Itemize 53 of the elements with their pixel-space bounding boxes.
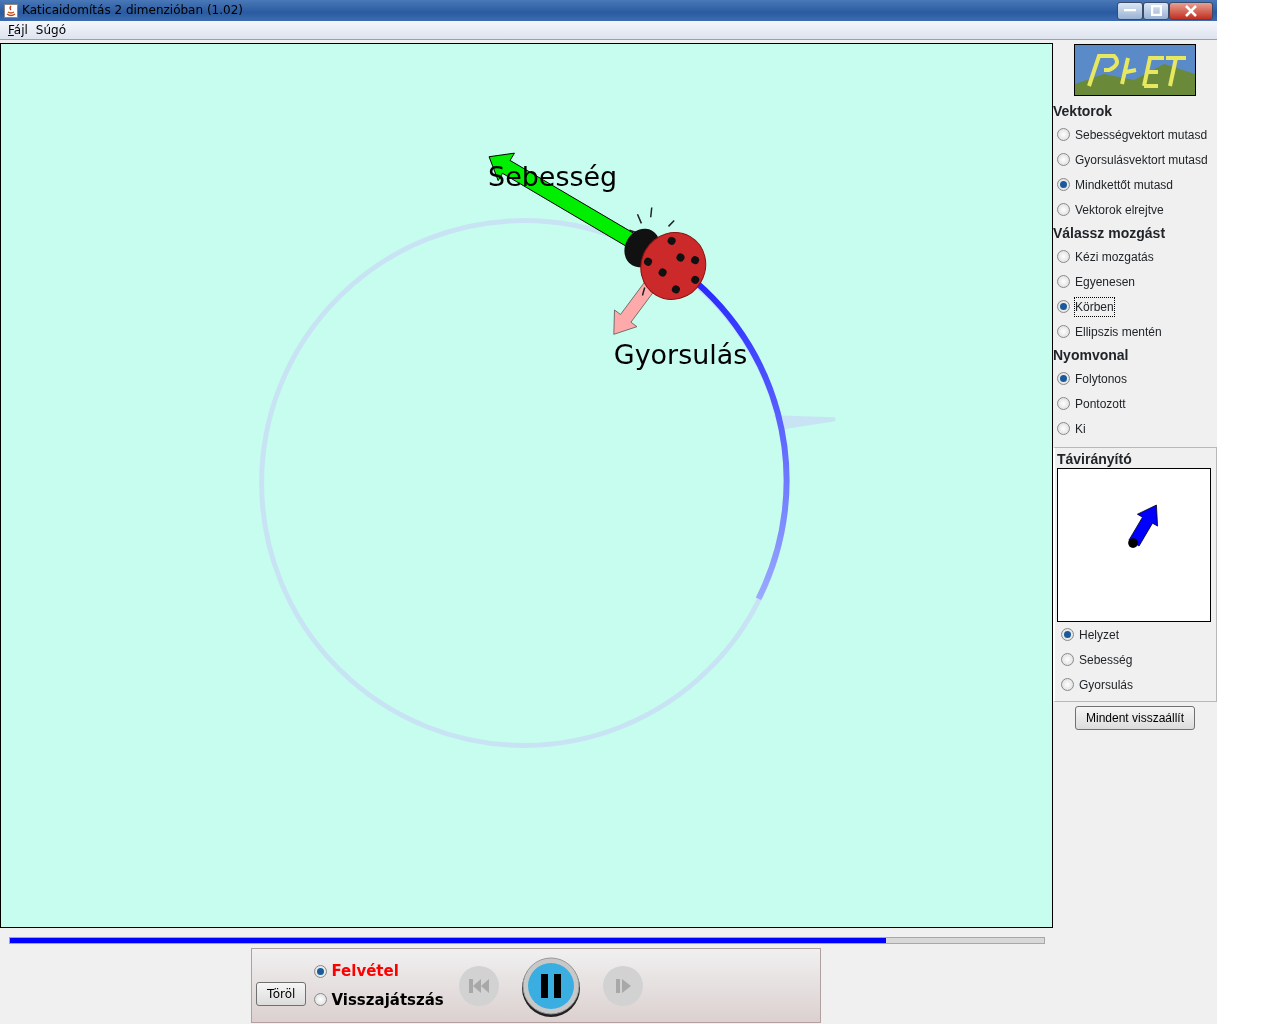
radio-button[interactable] — [1057, 178, 1070, 191]
radio-label[interactable]: Gyorsulásvektort mutasd — [1075, 150, 1208, 169]
section-title: Nyomvonal — [1053, 346, 1130, 364]
radio-button[interactable] — [314, 964, 328, 978]
menu-item[interactable]: Fájl — [4, 21, 32, 39]
section-title: Távirányító — [1057, 450, 1133, 468]
radio-button[interactable] — [1057, 372, 1070, 385]
trail-spike — [773, 415, 836, 430]
radio-button[interactable] — [1057, 397, 1070, 410]
radio-button[interactable] — [1057, 250, 1070, 263]
close-button[interactable] — [1169, 1, 1213, 20]
timeline-track[interactable] — [9, 937, 1045, 944]
radio-button[interactable] — [1057, 422, 1070, 435]
radio-label[interactable]: Sebességvektort mutasd — [1075, 125, 1208, 144]
section-title: Vektorok — [1053, 102, 1114, 120]
remote-arrow — [1128, 504, 1158, 547]
reset-button[interactable]: Mindent visszaállít — [1074, 706, 1195, 730]
window-title: Katicaidomítás 2 dimenzióban (1.02) — [22, 2, 244, 19]
radio-button[interactable] — [1057, 153, 1070, 166]
radio-button[interactable] — [1057, 128, 1070, 141]
clear-button[interactable]: Töröl — [256, 981, 307, 1006]
radio-label[interactable]: Körben — [1075, 297, 1114, 316]
radio-label[interactable]: Pontozott — [1075, 394, 1126, 413]
radio-label[interactable]: Folytonos — [1075, 369, 1128, 388]
radio-label[interactable]: Sebesség — [1079, 650, 1133, 669]
radio-label[interactable]: Vektorok elrejtve — [1075, 200, 1164, 219]
radio-label[interactable]: Ellipszis mentén — [1075, 322, 1162, 341]
radio-button[interactable] — [1061, 628, 1074, 641]
pause-button[interactable] — [519, 954, 582, 1017]
mode-label[interactable]: Visszajátszás — [331, 988, 444, 1011]
radio-label[interactable]: Kézi mozgatás — [1075, 247, 1154, 266]
java-cup-icon — [4, 3, 18, 18]
acceleration-label: Gyorsulás — [613, 339, 748, 371]
radio-button[interactable] — [1057, 275, 1070, 288]
radio-button[interactable] — [1057, 300, 1070, 313]
minimize-button[interactable] — [1117, 1, 1143, 20]
close-icon — [1185, 4, 1197, 17]
radio-button[interactable] — [1061, 653, 1074, 666]
radio-label[interactable]: Gyorsulás — [1079, 675, 1134, 694]
maximize-button[interactable] — [1143, 1, 1169, 20]
radio-button[interactable] — [1057, 203, 1070, 216]
menu-item[interactable]: Súgó — [31, 21, 71, 39]
radio-button[interactable] — [1057, 325, 1070, 338]
radio-button[interactable] — [1061, 678, 1074, 691]
radio-label[interactable]: Helyzet — [1079, 625, 1119, 644]
maximize-icon — [1150, 5, 1162, 16]
section-title: Válassz mozgást — [1053, 224, 1167, 242]
radio-button[interactable] — [314, 993, 328, 1007]
radio-label[interactable]: Egyenesen — [1075, 272, 1136, 291]
minimize-icon — [1124, 9, 1136, 12]
remote-handle[interactable] — [1128, 538, 1138, 548]
radio-label[interactable]: Ki — [1075, 419, 1086, 438]
radio-label[interactable]: Mindkettőt mutasd — [1075, 175, 1174, 194]
